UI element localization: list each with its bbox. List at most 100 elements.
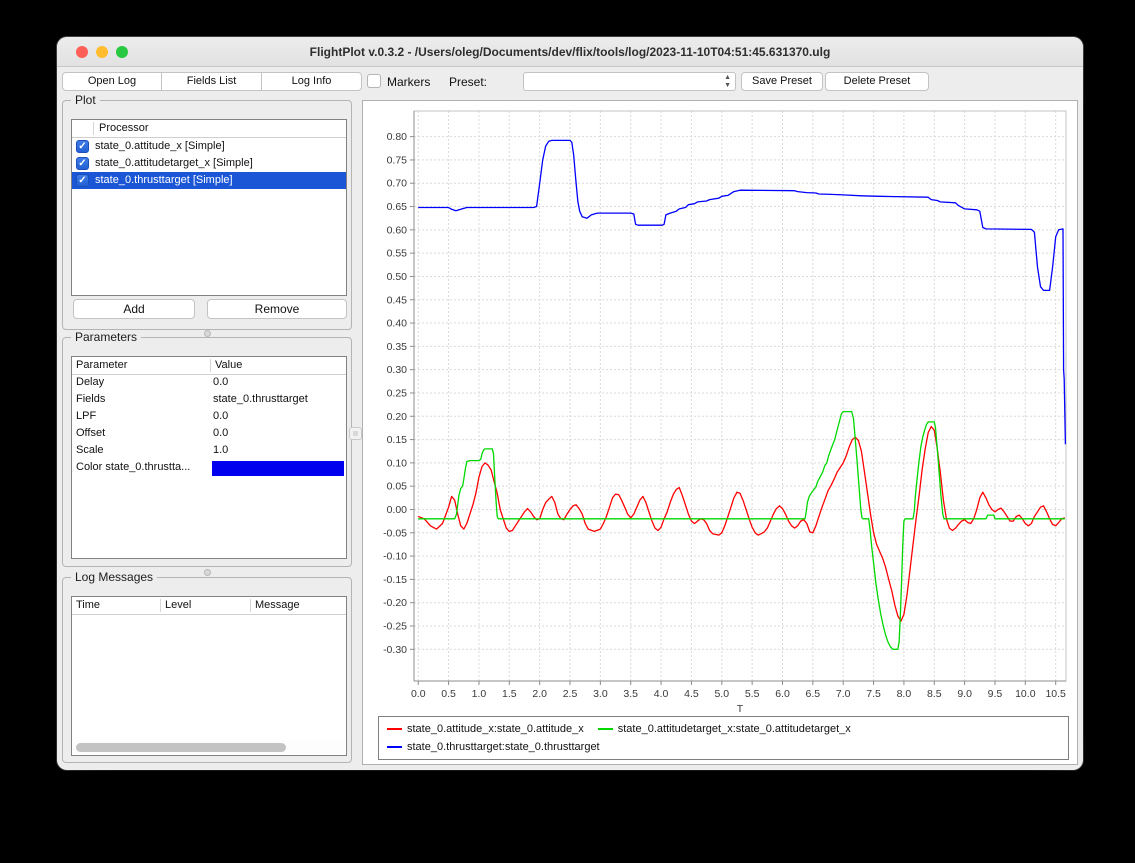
column-divider xyxy=(160,599,161,612)
svg-text:9.0: 9.0 xyxy=(957,688,972,700)
svg-text:0.45: 0.45 xyxy=(387,294,408,306)
svg-text:0.35: 0.35 xyxy=(387,341,408,353)
processor-table: Processor ✓ state_0.attitude_x [Simple] … xyxy=(71,119,347,296)
param-row-delay[interactable]: Delay 0.0 xyxy=(72,375,346,392)
processor-table-header: Processor xyxy=(72,120,346,138)
legend-item-attitudetarget-x: state_0.attitudetarget_x:state_0.attitud… xyxy=(598,720,851,738)
svg-text:3.0: 3.0 xyxy=(593,688,608,700)
log-messages-table: Time Level Message xyxy=(71,596,347,756)
splitter-grip[interactable] xyxy=(204,569,211,576)
green-line-swatch-icon xyxy=(598,728,613,730)
time-column-header: Time xyxy=(76,599,100,611)
blue-line-swatch-icon xyxy=(387,746,402,748)
parameters-table: Parameter Value Delay 0.0 Fields state_0… xyxy=(71,356,347,559)
svg-text:10.5: 10.5 xyxy=(1045,688,1066,700)
svg-text:0.00: 0.00 xyxy=(387,504,408,516)
preset-label: Preset: xyxy=(449,75,487,89)
checked-checkbox-icon[interactable]: ✓ xyxy=(76,157,89,170)
svg-text:0.15: 0.15 xyxy=(387,434,408,446)
markers-checkbox[interactable] xyxy=(367,74,381,88)
svg-text:T: T xyxy=(737,703,744,713)
toolbar: Open Log Fields List Log Info Markers Pr… xyxy=(57,68,1083,97)
svg-text:0.60: 0.60 xyxy=(387,224,408,236)
legend-item-thrusttarget: state_0.thrusttarget:state_0.thrusttarge… xyxy=(387,738,600,756)
svg-text:1.5: 1.5 xyxy=(502,688,517,700)
log-info-button[interactable]: Log Info xyxy=(261,72,362,91)
column-divider xyxy=(250,599,251,612)
scrollbar-thumb[interactable] xyxy=(76,743,286,752)
svg-text:4.0: 4.0 xyxy=(654,688,669,700)
checked-checkbox-icon[interactable]: ✓ xyxy=(76,174,89,187)
level-column-header: Level xyxy=(165,599,191,611)
log-table-header: Time Level Message xyxy=(72,597,346,615)
svg-text:7.5: 7.5 xyxy=(866,688,881,700)
processor-row-attitude-x[interactable]: ✓ state_0.attitude_x [Simple] xyxy=(72,138,346,155)
legend-item-attitude-x: state_0.attitude_x:state_0.attitude_x xyxy=(387,720,584,738)
add-button[interactable]: Add xyxy=(73,299,195,319)
splitter-grip[interactable] xyxy=(204,330,211,337)
save-preset-button[interactable]: Save Preset xyxy=(741,72,823,91)
svg-text:-0.25: -0.25 xyxy=(383,621,407,633)
plot-panel: Plot Processor ✓ state_0.attitude_x [Sim… xyxy=(62,100,352,330)
svg-text:7.0: 7.0 xyxy=(836,688,851,700)
svg-text:1.0: 1.0 xyxy=(472,688,487,700)
vertical-splitter-grip[interactable] xyxy=(349,427,362,440)
svg-text:0.70: 0.70 xyxy=(387,178,408,190)
remove-button[interactable]: Remove xyxy=(207,299,347,319)
horizontal-scrollbar[interactable] xyxy=(73,741,345,754)
svg-text:0.30: 0.30 xyxy=(387,364,408,376)
svg-text:0.20: 0.20 xyxy=(387,411,408,423)
flight-plot-chart[interactable]: 0.0 0.5 1.0 1.5 2.0 2.5 3.0 3.5 4.0 4.5 5.0 5.5 6.0 6… xyxy=(363,101,1077,713)
svg-text:6.5: 6.5 xyxy=(806,688,821,700)
chart-panel: 0.0 0.5 1.0 1.5 2.0 2.5 3.0 3.5 4.0 4.5 5.0 5.5 6.0 6… xyxy=(362,100,1078,765)
svg-text:3.5: 3.5 xyxy=(623,688,638,700)
svg-text:0.50: 0.50 xyxy=(387,271,408,283)
parameters-table-header: Parameter Value xyxy=(72,357,346,375)
svg-text:0.40: 0.40 xyxy=(387,318,408,330)
processor-row-thrusttarget[interactable]: ✓ state_0.thrusttarget [Simple] xyxy=(72,172,346,189)
svg-text:-0.20: -0.20 xyxy=(383,597,407,609)
svg-text:0.55: 0.55 xyxy=(387,248,408,260)
svg-text:0.25: 0.25 xyxy=(387,387,408,399)
message-column-header: Message xyxy=(255,599,300,611)
svg-text:5.0: 5.0 xyxy=(714,688,729,700)
svg-text:0.75: 0.75 xyxy=(387,154,408,166)
chart-legend: state_0.attitude_x:state_0.attitude_x st… xyxy=(378,716,1069,760)
preset-combobox[interactable]: ▲▼ xyxy=(523,72,736,91)
value-column-header: Value xyxy=(215,359,242,371)
checked-checkbox-icon[interactable]: ✓ xyxy=(76,140,89,153)
svg-text:0.0: 0.0 xyxy=(411,688,426,700)
red-line-swatch-icon xyxy=(387,728,402,730)
open-log-button[interactable]: Open Log xyxy=(62,72,162,91)
parameter-column-header: Parameter xyxy=(76,359,127,371)
column-divider xyxy=(210,359,211,372)
svg-text:5.5: 5.5 xyxy=(745,688,760,700)
svg-text:0.05: 0.05 xyxy=(387,481,408,493)
window-title: FlightPlot v.0.3.2 - /Users/oleg/Documen… xyxy=(57,37,1083,67)
svg-text:8.0: 8.0 xyxy=(897,688,912,700)
svg-text:0.65: 0.65 xyxy=(387,201,408,213)
parameters-panel-title: Parameters xyxy=(71,330,141,344)
log-messages-panel-title: Log Messages xyxy=(71,570,157,584)
svg-text:-0.15: -0.15 xyxy=(383,574,407,586)
combobox-stepper-icon[interactable]: ▲▼ xyxy=(724,74,731,90)
app-window: FlightPlot v.0.3.2 - /Users/oleg/Documen… xyxy=(57,37,1083,770)
param-row-scale[interactable]: Scale 1.0 xyxy=(72,443,346,460)
svg-text:2.0: 2.0 xyxy=(532,688,547,700)
color-swatch[interactable] xyxy=(212,461,344,476)
processor-row-attitudetarget-x[interactable]: ✓ state_0.attitudetarget_x [Simple] xyxy=(72,155,346,172)
svg-text:6.0: 6.0 xyxy=(775,688,790,700)
fields-list-button[interactable]: Fields List xyxy=(161,72,262,91)
delete-preset-button[interactable]: Delete Preset xyxy=(825,72,929,91)
param-row-color[interactable]: Color state_0.thrustta... xyxy=(72,460,346,477)
svg-text:9.5: 9.5 xyxy=(988,688,1003,700)
svg-text:-0.10: -0.10 xyxy=(383,551,407,563)
param-row-offset[interactable]: Offset 0.0 xyxy=(72,426,346,443)
param-row-lpf[interactable]: LPF 0.0 xyxy=(72,409,346,426)
svg-text:4.5: 4.5 xyxy=(684,688,699,700)
param-row-fields[interactable]: Fields state_0.thrusttarget xyxy=(72,392,346,409)
svg-text:10.0: 10.0 xyxy=(1015,688,1036,700)
processor-column-header: Processor xyxy=(99,122,149,134)
svg-text:2.5: 2.5 xyxy=(563,688,578,700)
svg-text:0.5: 0.5 xyxy=(441,688,456,700)
